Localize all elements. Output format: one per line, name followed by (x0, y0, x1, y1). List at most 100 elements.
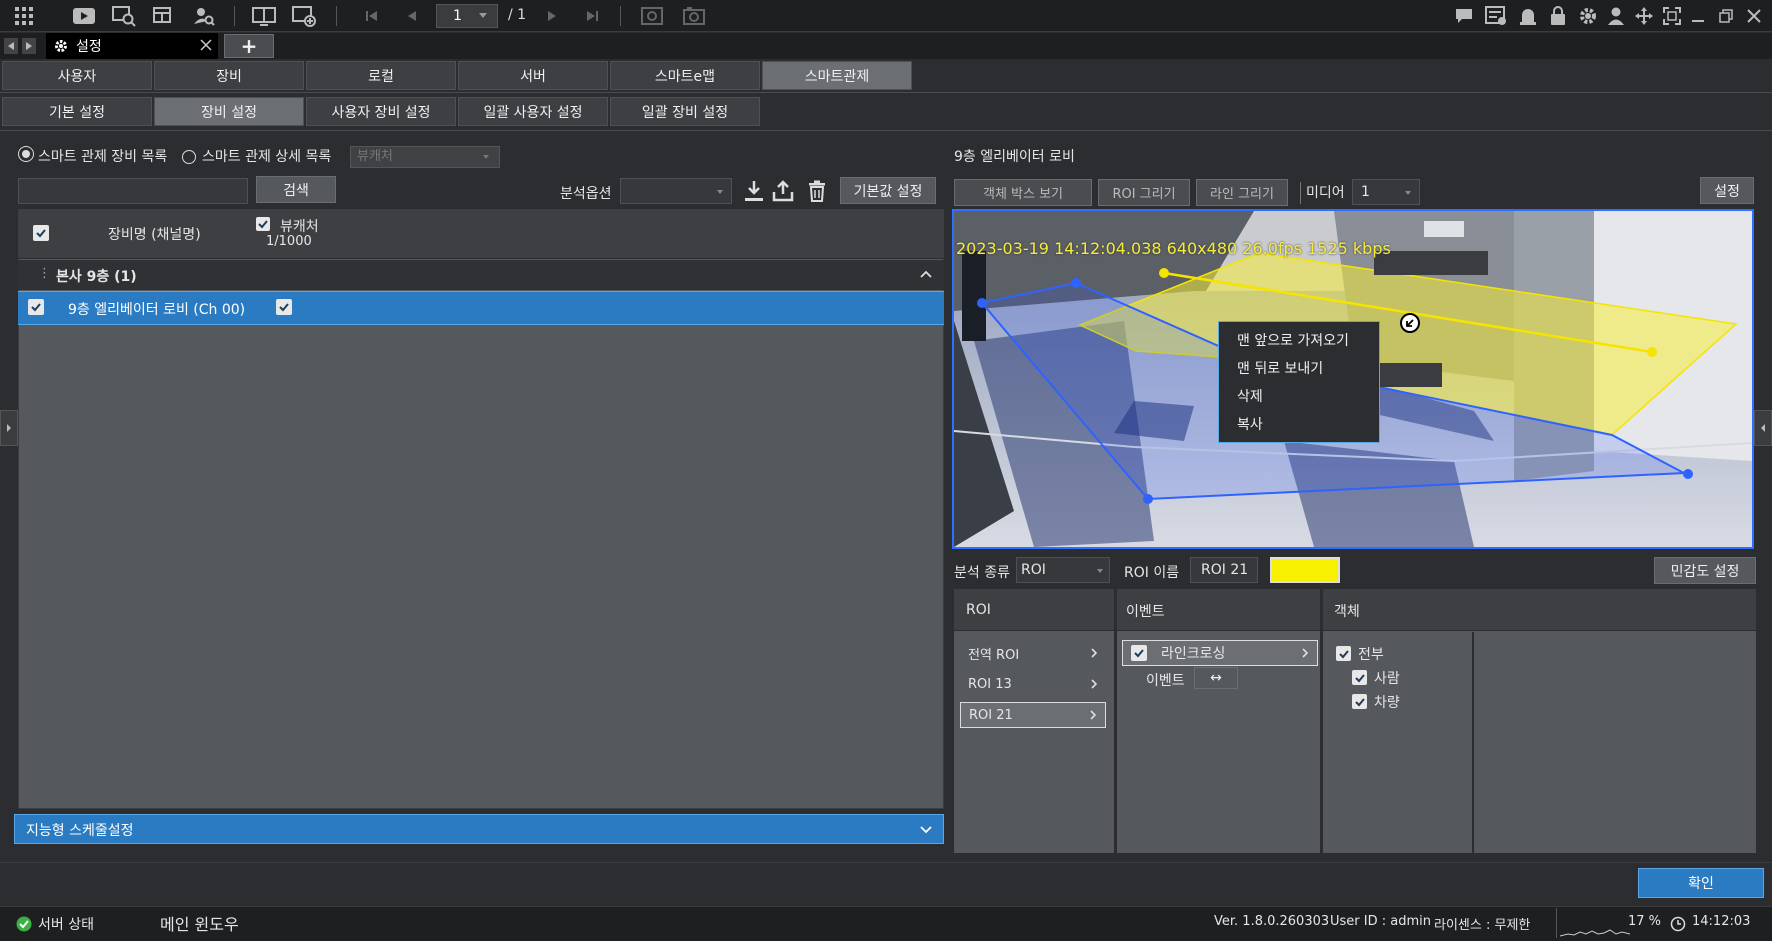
prev-page-icon[interactable] (400, 4, 424, 28)
device-row-checkbox[interactable] (28, 299, 44, 315)
add-screen-icon[interactable] (292, 4, 316, 28)
add-tab-button[interactable]: + (224, 34, 274, 58)
confirm-button[interactable]: 확인 (1638, 868, 1764, 898)
event-list-icon[interactable] (1484, 4, 1508, 28)
left-panel-toggle[interactable] (0, 410, 18, 446)
viewer-column-checkbox[interactable] (256, 217, 270, 231)
upload-icon[interactable] (772, 180, 794, 202)
fullscreen-icon[interactable] (1660, 4, 1684, 28)
restore-icon[interactable] (1714, 4, 1738, 28)
group-row[interactable] (18, 260, 944, 290)
check-circle-icon (16, 916, 32, 932)
move-icon[interactable] (1632, 4, 1656, 28)
object-vehicle-checkbox[interactable] (1352, 694, 1367, 709)
tab-settings[interactable]: 설정 (46, 33, 218, 59)
event-checkbox[interactable] (1131, 645, 1147, 661)
minimize-icon[interactable] (1686, 4, 1710, 28)
tab-device[interactable]: 장비 (154, 61, 304, 90)
tab-bulk-user-settings[interactable]: 일괄 사용자 설정 (458, 97, 608, 126)
default-settings-button[interactable]: 기본값 설정 (840, 177, 936, 204)
clock-icon (1670, 916, 1686, 932)
menu-delete[interactable]: 삭제 (1219, 382, 1379, 410)
roi-item-label: 전역 ROI (968, 647, 1020, 663)
chevron-down-icon[interactable] (920, 826, 932, 834)
chat-icon[interactable] (1452, 4, 1476, 28)
main-window-label: 메인 윈도우 (160, 915, 239, 934)
search-button[interactable]: 검색 (256, 176, 336, 203)
search-playback-icon[interactable] (112, 4, 136, 28)
server-status-label[interactable]: 서버 상태 (38, 914, 94, 934)
divider (1556, 908, 1557, 938)
user-icon[interactable] (1604, 4, 1628, 28)
tab-prev-icon[interactable] (4, 38, 18, 54)
tab-user[interactable]: 사용자 (2, 61, 152, 90)
roi-draw-button[interactable]: ROI 그리기 (1098, 179, 1190, 206)
split-view-icon[interactable] (252, 4, 276, 28)
tab-label: 설정 (76, 39, 102, 55)
column-viewer: 뷰캐처 (280, 219, 319, 235)
group-label: 본사 9층 (1) (56, 269, 137, 285)
clock-time: 14:12:03 (1692, 914, 1751, 929)
alarm-icon[interactable] (1516, 4, 1540, 28)
roi-item-global[interactable]: 전역 ROI (960, 640, 1106, 666)
chevron-down-icon (1404, 190, 1412, 196)
chevron-down-icon (716, 189, 724, 195)
user-search-icon[interactable] (192, 4, 216, 28)
column-divider (1114, 589, 1117, 853)
page-number-input[interactable]: 1 (436, 4, 498, 28)
tab-bulk-device-settings[interactable]: 일괄 장비 설정 (610, 97, 760, 126)
layout-icon[interactable] (152, 4, 176, 28)
snapshot-icon[interactable] (682, 4, 706, 28)
direction-button[interactable]: ↔ (1194, 667, 1238, 689)
right-panel-toggle[interactable] (1754, 410, 1772, 446)
event-item-line-crossing[interactable]: 라인크로싱 (1122, 640, 1318, 666)
lock-icon[interactable] (1546, 4, 1570, 28)
menu-bring-to-front[interactable]: 맨 앞으로 가져오기 (1219, 326, 1379, 354)
tab-user-device-settings[interactable]: 사용자 장비 설정 (306, 97, 456, 126)
radio-device-list[interactable] (18, 146, 34, 162)
first-page-icon[interactable] (360, 4, 384, 28)
gear-icon[interactable] (1576, 4, 1600, 28)
close-tab-icon[interactable] (200, 39, 212, 51)
tab-local[interactable]: 로컬 (306, 61, 456, 90)
roi-name-input[interactable]: ROI 21 (1190, 557, 1258, 583)
chevron-down-icon[interactable] (478, 12, 488, 19)
viewer-select[interactable]: 뷰캐처 (350, 146, 500, 168)
device-row-label: 9층 엘리베이터 로비 (Ch 00) (68, 302, 246, 318)
settings-button[interactable]: 설정 (1700, 177, 1754, 204)
close-icon[interactable] (1742, 4, 1766, 28)
last-page-icon[interactable] (580, 4, 604, 28)
object-all-checkbox[interactable] (1336, 646, 1351, 661)
version-label: Ver. 1.8.0.260303 (1214, 914, 1330, 929)
tab-basic-settings[interactable]: 기본 설정 (2, 97, 152, 126)
sensitivity-settings-button[interactable]: 민감도 설정 (1654, 557, 1756, 584)
object-person-checkbox[interactable] (1352, 670, 1367, 685)
object-box-view-button[interactable]: 객체 박스 보기 (954, 179, 1092, 206)
chevron-up-icon[interactable] (920, 270, 932, 278)
schedule-bar[interactable] (14, 814, 944, 844)
analysis-option-label: 분석옵션 (560, 186, 612, 202)
next-page-icon[interactable] (540, 4, 564, 28)
live-play-icon[interactable] (72, 4, 96, 28)
analysis-type-label: 분석 종류 (954, 565, 1010, 581)
roi-item-13[interactable]: ROI 13 (960, 671, 1106, 697)
device-viewer-checkbox[interactable] (276, 299, 292, 315)
line-draw-button[interactable]: 라인 그리기 (1196, 179, 1288, 206)
download-icon[interactable] (744, 180, 764, 202)
tab-device-settings[interactable]: 장비 설정 (154, 97, 304, 126)
search-input[interactable] (18, 178, 248, 204)
radio-detail-list[interactable] (182, 150, 196, 164)
grid-menu-icon[interactable] (12, 4, 36, 28)
tab-next-icon[interactable] (22, 38, 36, 54)
menu-send-to-back[interactable]: 맨 뒤로 보내기 (1219, 354, 1379, 382)
menu-copy[interactable]: 복사 (1219, 410, 1379, 438)
roi-item-21[interactable]: ROI 21 (960, 702, 1106, 728)
refresh-screen-icon[interactable] (640, 4, 664, 28)
select-all-checkbox[interactable] (33, 225, 49, 241)
tab-smart-control[interactable]: 스마트관제 (762, 61, 912, 90)
trash-icon[interactable] (808, 180, 826, 202)
tab-smart-emap[interactable]: 스마트e맵 (610, 61, 760, 90)
roi-color-swatch[interactable] (1270, 557, 1340, 583)
column-divider (1472, 632, 1474, 853)
tab-server[interactable]: 서버 (458, 61, 608, 90)
